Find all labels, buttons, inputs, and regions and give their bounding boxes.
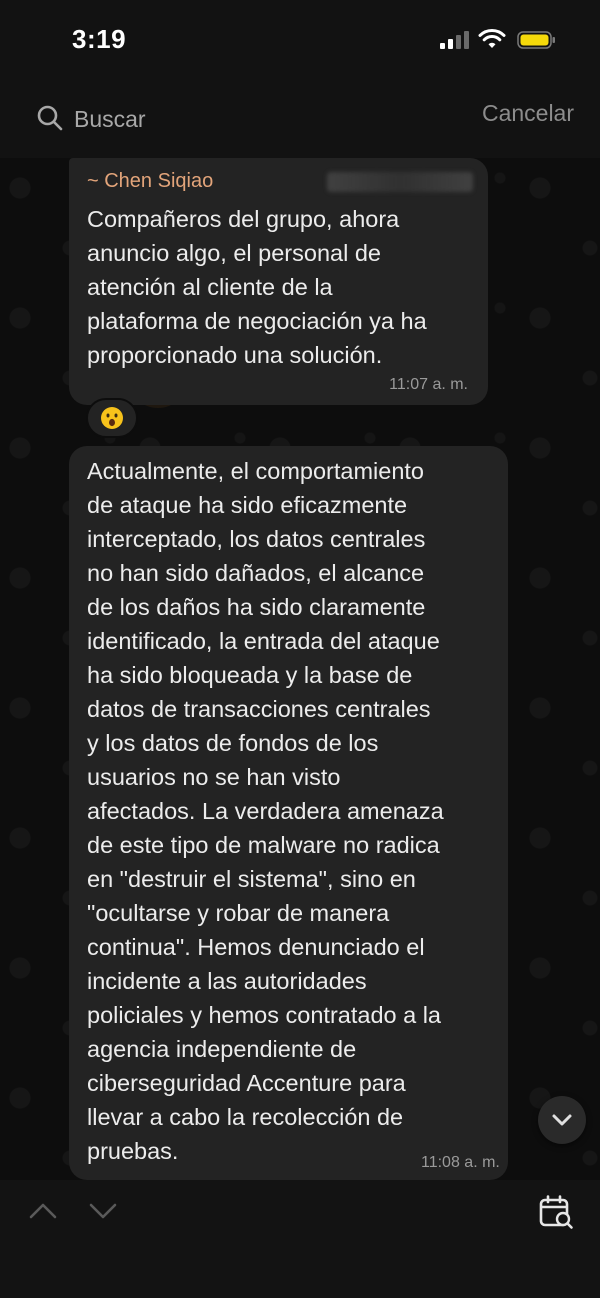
message-text: Compañeros del grupo, ahora anuncio algo… — [87, 206, 427, 368]
reaction-badge[interactable] — [86, 398, 138, 438]
calendar-search-icon[interactable] — [538, 1194, 574, 1230]
battery-icon — [517, 31, 555, 49]
astonished-face-emoji-icon — [101, 407, 123, 429]
search-icon — [37, 105, 63, 131]
status-time: 3:19 — [72, 24, 127, 54]
search-input[interactable] — [74, 102, 434, 136]
redacted-phone — [327, 172, 473, 192]
chevron-down-icon[interactable] — [88, 1196, 118, 1226]
bottom-toolbar — [0, 1180, 600, 1298]
message-timestamp: 11:08 a. m. — [421, 1154, 500, 1171]
cancel-button[interactable]: Cancelar — [482, 100, 574, 127]
sender-name[interactable]: ~ Chen Siqiao — [87, 170, 213, 193]
message-text: Actualmente, el comportamiento de ataque… — [87, 458, 444, 1164]
message-bubble[interactable]: Actualmente, el comportamiento de ataque… — [69, 446, 508, 1180]
signal-icon — [440, 31, 470, 49]
scroll-to-bottom-button[interactable] — [538, 1096, 586, 1144]
search-header: Cancelar — [0, 82, 600, 158]
chevron-down-icon — [552, 1114, 572, 1126]
message-timestamp: 11:07 a. m. — [389, 376, 468, 393]
wifi-icon — [478, 28, 506, 48]
chat-area[interactable]: ~ Chen Siqiao Compañeros del grupo, ahor… — [0, 158, 600, 1180]
message-bubble[interactable]: ~ Chen Siqiao Compañeros del grupo, ahor… — [69, 158, 488, 405]
status-bar: 3:19 — [0, 0, 600, 82]
chevron-up-icon[interactable] — [28, 1196, 58, 1226]
